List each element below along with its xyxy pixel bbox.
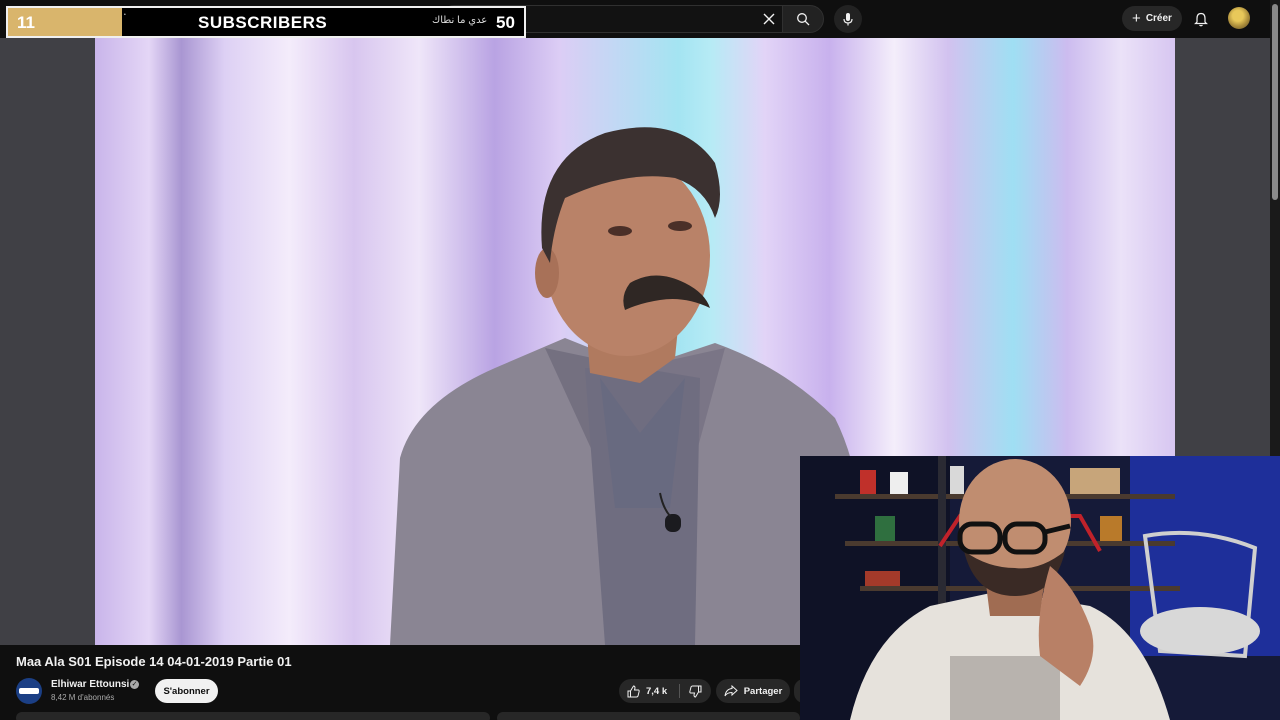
scrollbar-thumb[interactable] [1272, 4, 1278, 200]
subscriber-goal: 50 [496, 13, 515, 32]
create-button-label: Créer [1145, 13, 1172, 24]
webcam-image [800, 456, 1280, 720]
share-button[interactable]: Partager [716, 679, 790, 703]
notifications-button[interactable] [1190, 8, 1212, 30]
thumbs-up-icon [627, 684, 640, 697]
create-button[interactable]: + Créer [1122, 6, 1182, 31]
share-arrow-icon [724, 685, 738, 697]
progress-tick: • [124, 12, 126, 18]
like-count: 7,4 k [646, 685, 668, 697]
close-icon [763, 13, 775, 25]
overlay-arabic-text: عدي ما نطاك [432, 15, 488, 26]
comment-box[interactable] [497, 712, 800, 720]
webcam-overlay [800, 456, 1280, 720]
subscribers-label: SUBSCRIBERS [198, 13, 328, 32]
channel-logo [19, 688, 39, 694]
channel-avatar[interactable] [16, 678, 42, 704]
account-avatar[interactable] [1228, 7, 1250, 29]
voice-search-button[interactable] [834, 5, 862, 33]
like-dislike-group: 7,4 k [619, 679, 711, 703]
check-badge-icon: ✓ [130, 680, 139, 689]
subscribe-button[interactable]: S'abonner [155, 679, 218, 703]
subscriber-count: 11 [17, 13, 35, 32]
search-button[interactable] [782, 5, 824, 33]
microphone-icon [843, 13, 853, 26]
plus-icon: + [1132, 9, 1141, 27]
youtube-watch-page: + Créer • 11 SUBSCRIBERS عدي ما نطاك 50 [0, 0, 1280, 720]
search-icon [797, 13, 810, 26]
description-box[interactable] [16, 712, 490, 720]
video-title: Maa Ala S01 Episode 14 04-01-2019 Partie… [16, 654, 292, 669]
thumbs-down-icon [689, 685, 702, 698]
bell-icon [1194, 12, 1208, 26]
subscriber-goal-overlay: • 11 SUBSCRIBERS عدي ما نطاك 50 [6, 6, 526, 38]
share-label: Partager [743, 685, 783, 697]
dislike-button[interactable] [680, 679, 711, 703]
channel-name[interactable]: Elhiwar Ettounsi [51, 679, 129, 690]
channel-subscriber-count: 8,42 M d'abonnés [51, 693, 115, 702]
like-button[interactable]: 7,4 k [619, 679, 679, 703]
clear-search-button[interactable] [758, 8, 780, 30]
